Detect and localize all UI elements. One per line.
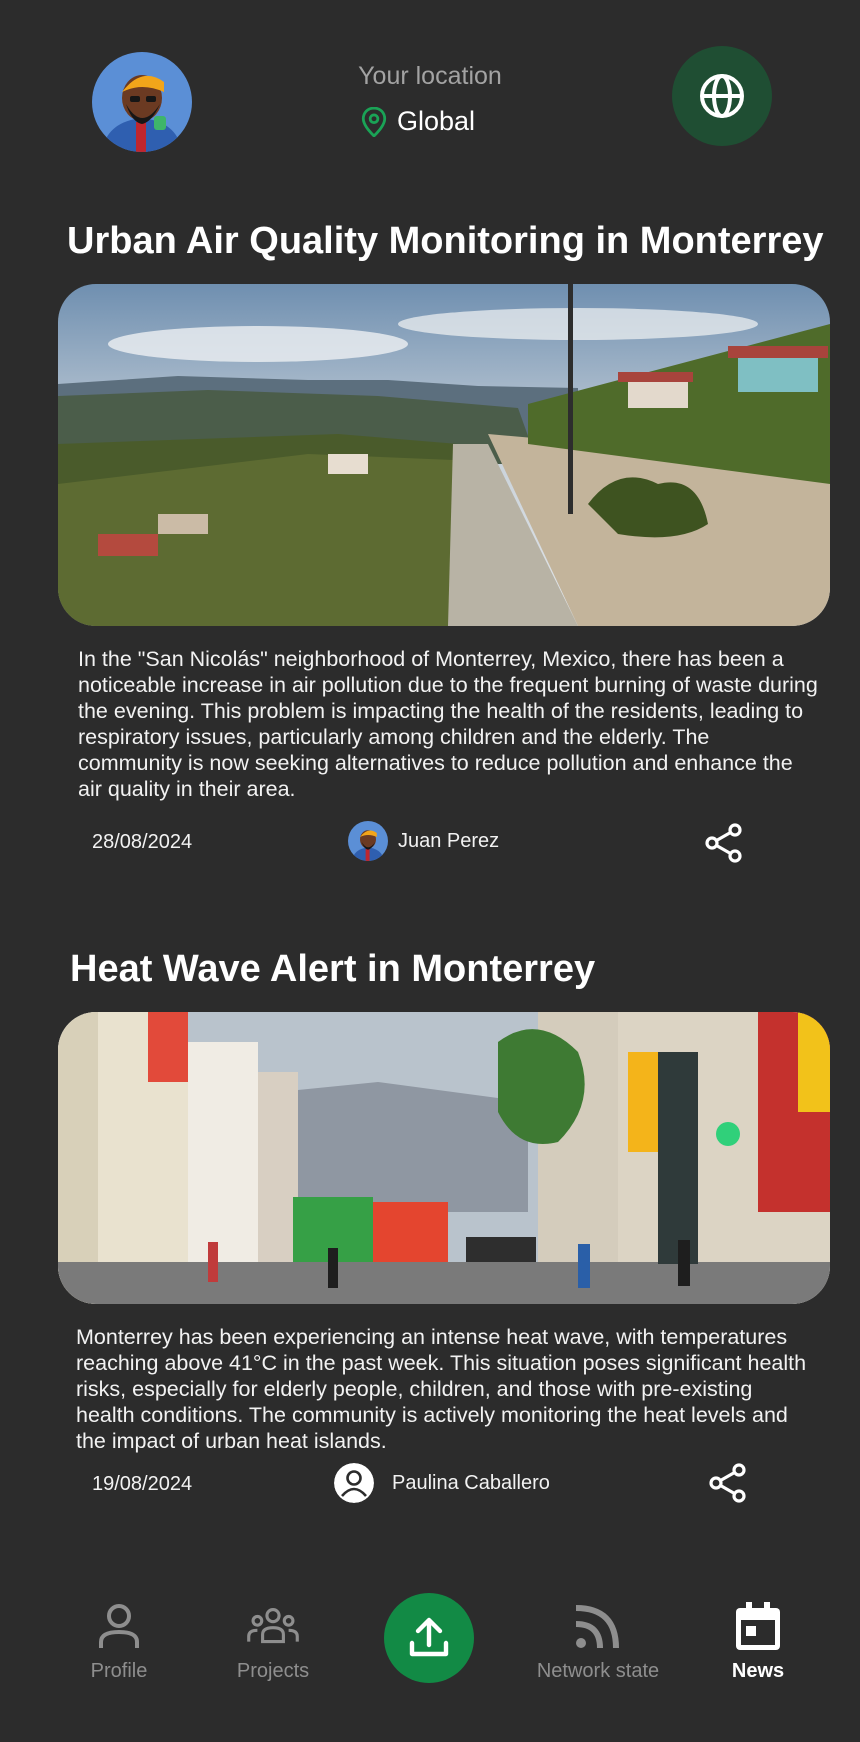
article-date: 28/08/2024 [92, 831, 193, 853]
globe-button[interactable] [672, 46, 772, 146]
nav-item-profile[interactable]: Profile [44, 1600, 194, 1683]
article-author[interactable]: Juan Perez [348, 821, 499, 861]
author-avatar [348, 821, 388, 861]
share-icon [705, 823, 742, 863]
nav-label: News [731, 1660, 785, 1682]
bottom-nav: Profile Projects Network state News [0, 1580, 860, 1742]
share-button[interactable] [703, 822, 745, 864]
nav-item-network-state[interactable]: Network state [523, 1600, 673, 1683]
article-body: In the "San Nicolás" neighborhood of Mon… [78, 647, 818, 801]
article-title[interactable]: Urban Air Quality Monitoring in Monterre… [67, 220, 824, 263]
nav-label: Projects [236, 1660, 310, 1682]
article-body: Monterrey has been experiencing an inten… [76, 1325, 807, 1453]
calendar-icon [736, 1602, 780, 1650]
article-author[interactable]: Paulina Caballero [334, 1463, 550, 1503]
author-name: Juan Perez [398, 829, 500, 852]
nav-item-news[interactable]: News [683, 1600, 833, 1683]
rss-icon [575, 1605, 619, 1649]
location-value: Global [396, 106, 476, 136]
upload-button[interactable] [384, 1593, 474, 1683]
nav-label: Profile [90, 1660, 148, 1682]
group-icon [247, 1607, 299, 1644]
default-avatar-icon [334, 1463, 374, 1503]
author-name: Paulina Caballero [392, 1471, 550, 1494]
share-icon [709, 1463, 746, 1503]
globe-icon [700, 74, 744, 118]
article-image[interactable] [58, 1012, 830, 1304]
person-icon [99, 1604, 139, 1648]
nav-label: Network state [536, 1660, 660, 1682]
nav-item-projects[interactable]: Projects [198, 1600, 348, 1683]
article-title[interactable]: Heat Wave Alert in Monterrey [70, 948, 595, 991]
article-date: 19/08/2024 [92, 1473, 193, 1495]
map-pin-icon [361, 106, 387, 138]
upload-icon [409, 1617, 449, 1657]
article-image[interactable] [58, 284, 830, 626]
share-button[interactable] [707, 1462, 749, 1504]
